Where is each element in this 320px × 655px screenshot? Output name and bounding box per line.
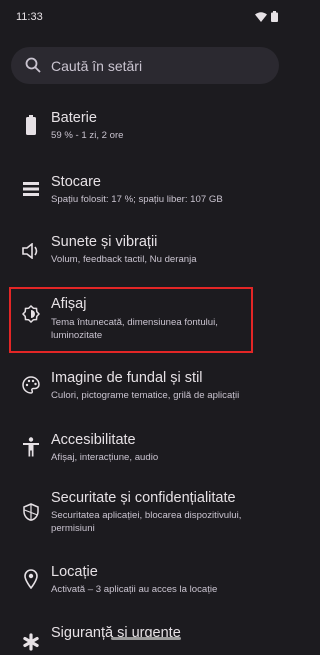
settings-item-security[interactable]: Securitate și confidențialitate Securita… (0, 488, 292, 548)
accessibility-icon (20, 436, 42, 458)
settings-item-safety[interactable]: Siguranță și urgențe (0, 625, 292, 655)
settings-item-subtitle: Volum, feedback tactil, Nu deranja (51, 254, 197, 265)
settings-item-accessibility[interactable]: Accesibilitate Afișaj, interacțiune, aud… (0, 430, 292, 490)
settings-item-subtitle: Activată – 3 aplicații au acces la locaț… (51, 584, 218, 595)
location-icon (20, 568, 42, 590)
settings-item-title: Sunete și vibrații (51, 234, 158, 250)
search-input[interactable]: Caută în setări (51, 58, 142, 74)
settings-item-title: Imagine de fundal și stil (51, 370, 203, 386)
status-bar: 11:33 (0, 0, 292, 36)
settings-item-battery[interactable]: Baterie 59 % - 1 zi, 2 ore (0, 108, 292, 168)
settings-item-wallpaper[interactable]: Imagine de fundal și stil Culori, pictog… (0, 368, 292, 428)
settings-item-subtitle: Spațiu folosit: 17 %; spațiu liber: 107 … (51, 194, 223, 205)
highlight-box (9, 287, 253, 353)
search-icon (25, 57, 41, 73)
battery-icon (20, 114, 42, 136)
settings-item-title: Locație (51, 564, 98, 580)
settings-item-sound[interactable]: Sunete și vibrații Volum, feedback tacti… (0, 232, 292, 292)
storage-icon (20, 178, 42, 200)
settings-item-title: Securitate și confidențialitate (51, 490, 236, 506)
settings-item-subtitle: Culori, pictograme tematice, grilă de ap… (51, 390, 240, 401)
palette-icon (20, 374, 42, 396)
gesture-nav-handle[interactable] (111, 637, 181, 640)
emergency-icon (20, 631, 42, 653)
settings-item-subtitle: 59 % - 1 zi, 2 ore (51, 130, 124, 141)
settings-item-title: Stocare (51, 174, 101, 190)
search-bar[interactable]: Caută în setări (11, 47, 279, 84)
settings-item-title: Baterie (51, 110, 97, 126)
settings-item-storage[interactable]: Stocare Spațiu folosit: 17 %; spațiu lib… (0, 172, 292, 232)
status-time: 11:33 (16, 11, 43, 23)
sound-icon (20, 240, 42, 262)
shield-icon (20, 501, 42, 523)
battery-icon (271, 11, 278, 22)
settings-item-location[interactable]: Locație Activată – 3 aplicații au acces … (0, 562, 292, 622)
settings-item-subtitle: Afișaj, interacțiune, audio (51, 452, 159, 463)
settings-item-title: Accesibilitate (51, 432, 136, 448)
status-icons (255, 11, 278, 22)
settings-item-subtitle: Securitatea aplicației, blocarea dispozi… (51, 510, 242, 534)
wifi-icon (255, 11, 267, 22)
